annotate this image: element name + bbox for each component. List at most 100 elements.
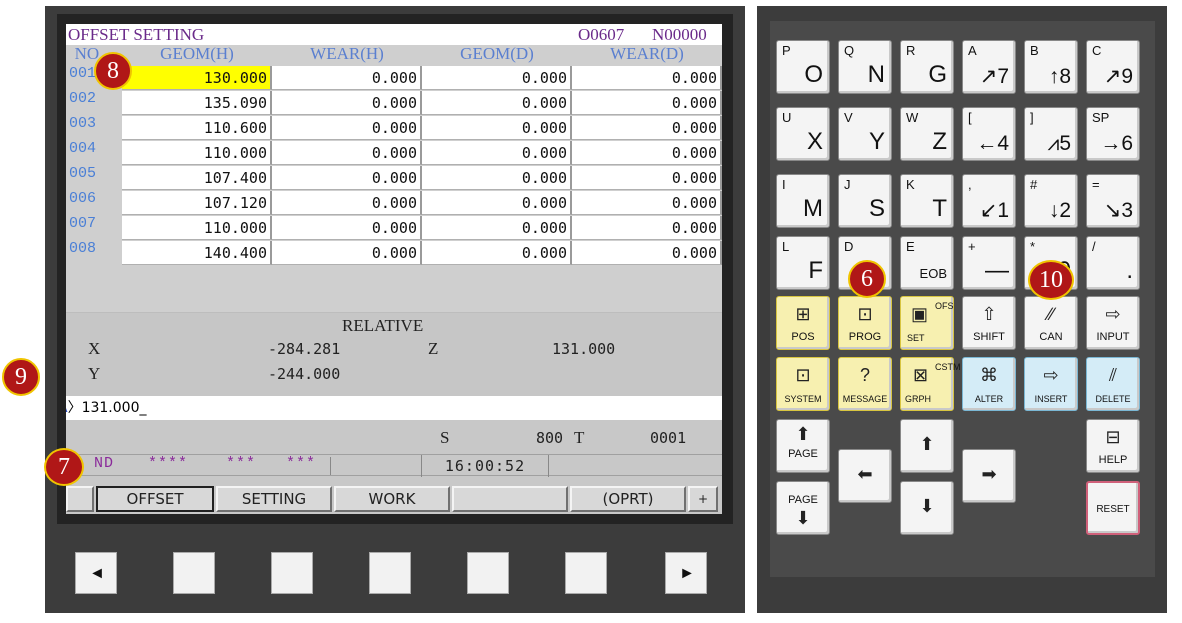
softkey-hw-3[interactable] — [369, 552, 411, 594]
key-o[interactable]: PO — [776, 40, 830, 94]
offset-cell[interactable]: 0.000 — [272, 166, 422, 190]
key-input-buffer[interactable]: A〉131.000_ — [66, 396, 722, 420]
reset-key[interactable]: RESET — [1086, 481, 1140, 535]
softkey-blank[interactable] — [452, 486, 568, 512]
key-x[interactable]: UX — [776, 107, 830, 161]
key-1[interactable]: , ↙1 — [962, 174, 1016, 228]
clock-display: 16:00:52 — [421, 455, 549, 477]
offset-cell[interactable]: 0.000 — [572, 216, 722, 240]
page-down-key[interactable]: PAGE ⬇ — [776, 481, 830, 535]
custom-graph-key[interactable]: ⊠ CSTM GRPH — [900, 357, 961, 411]
offset-cell[interactable]: 0.000 — [422, 66, 572, 90]
offset-cell[interactable]: 0.000 — [572, 191, 722, 215]
offset-cell[interactable]: 0.000 — [422, 166, 572, 190]
offset-cell[interactable]: 0.000 — [572, 116, 722, 140]
offset-cell[interactable]: 0.000 — [422, 216, 572, 240]
help-key[interactable]: ⊟ HELP — [1086, 419, 1140, 473]
key-f[interactable]: LF — [776, 236, 830, 290]
cursor-down-key[interactable]: ⬇ — [900, 481, 954, 535]
prog-key[interactable]: ⊡ PROG — [838, 296, 892, 350]
softkey-offset[interactable]: OFFSET — [96, 486, 214, 512]
softkey-next[interactable]: + — [688, 486, 718, 512]
offset-cell[interactable]: 135.090 — [122, 91, 272, 115]
key-eob[interactable]: E EOB — [900, 236, 954, 290]
offset-cell[interactable]: 0.000 — [422, 116, 572, 140]
key-plus[interactable]: + — — [962, 236, 1016, 290]
offset-cell[interactable]: 0.000 — [422, 191, 572, 215]
softkey-hw-4[interactable] — [467, 552, 509, 594]
offset-cell[interactable]: 110.000 — [122, 216, 272, 240]
offset-cell[interactable]: 0.000 — [272, 91, 422, 115]
offset-cell[interactable]: 0.000 — [272, 191, 422, 215]
offset-cell[interactable]: 107.120 — [122, 191, 272, 215]
softkey-setting[interactable]: SETTING — [216, 486, 332, 512]
key-7[interactable]: A ↗7 — [962, 40, 1016, 94]
softkey-hw-right[interactable]: ► — [665, 552, 707, 594]
relative-position-panel: RELATIVE X -284.281 Z 131.000 Y -244.000 — [66, 312, 722, 396]
key-s[interactable]: JS — [838, 174, 892, 228]
page-up-key[interactable]: ⬆ PAGE — [776, 419, 830, 473]
key-m[interactable]: IM — [776, 174, 830, 228]
offset-cell[interactable]: 0.000 — [272, 141, 422, 165]
offset-cell[interactable]: 0.000 — [572, 166, 722, 190]
offset-cell[interactable]: 0.000 — [272, 241, 422, 265]
key-6[interactable]: SP →6 — [1086, 107, 1140, 161]
key-2[interactable]: # ↓2 — [1024, 174, 1078, 228]
delete-key[interactable]: ⫽ DELETE — [1086, 357, 1140, 411]
offset-setting-key[interactable]: ▣ OFS SET — [900, 296, 954, 350]
cursor-left-key[interactable]: ⬅ — [838, 449, 892, 503]
key-3[interactable]: = ↘3 — [1086, 174, 1140, 228]
offset-cell[interactable]: 130.000 — [122, 66, 272, 90]
offset-cell[interactable]: 0.000 — [272, 116, 422, 140]
system-key[interactable]: ⊡ SYSTEM — [776, 357, 830, 411]
offset-cell[interactable]: 107.400 — [122, 166, 272, 190]
offset-cell[interactable]: 140.400 — [122, 241, 272, 265]
key-main-label: ↗7 — [979, 65, 1009, 88]
cursor-right-key[interactable]: ➡ — [962, 449, 1016, 503]
key-sub-label: + — [968, 239, 976, 254]
softkey-oprt[interactable]: (OPRT) — [570, 486, 686, 512]
softkey-work[interactable]: WORK — [334, 486, 450, 512]
key-dot[interactable]: /. — [1086, 236, 1140, 290]
can-key-label: CAN — [1039, 331, 1063, 343]
softkey-return[interactable] — [66, 486, 94, 512]
message-key-label: MESSAGE — [842, 394, 888, 404]
annotation-badge-7: 7 — [44, 448, 84, 486]
offset-cell[interactable]: 0.000 — [572, 241, 722, 265]
offset-cell[interactable]: 0.000 — [572, 66, 722, 90]
insert-key[interactable]: ⇨ INSERT — [1024, 357, 1078, 411]
offset-cell[interactable]: 0.000 — [272, 216, 422, 240]
key-8[interactable]: B ↑8 — [1024, 40, 1078, 94]
key-y[interactable]: VY — [838, 107, 892, 161]
key-sub-label: K — [906, 177, 915, 192]
softkey-hw-1[interactable] — [173, 552, 215, 594]
offset-cell[interactable]: 0.000 — [422, 91, 572, 115]
offset-cell[interactable]: 110.000 — [122, 141, 272, 165]
can-key[interactable]: ∕∕ CAN — [1024, 296, 1078, 350]
key-9[interactable]: C ↗9 — [1086, 40, 1140, 94]
cursor-up-key[interactable]: ⬆ — [900, 419, 954, 473]
key-4[interactable]: [←4 — [962, 107, 1016, 161]
offset-cell[interactable]: 0.000 — [422, 241, 572, 265]
offset-cell[interactable]: 0.000 — [272, 66, 422, 90]
softkey-hw-2[interactable] — [271, 552, 313, 594]
delete-key-label: DELETE — [1095, 394, 1131, 404]
message-key[interactable]: ? MESSAGE — [838, 357, 892, 411]
softkey-hw-left[interactable]: ◄ — [75, 552, 117, 594]
offset-cell[interactable]: 0.000 — [572, 91, 722, 115]
softkey-hw-5[interactable] — [565, 552, 607, 594]
key-5[interactable]: ] ⩘5 — [1024, 107, 1078, 161]
key-n[interactable]: QN — [838, 40, 892, 94]
offset-cell[interactable]: 110.600 — [122, 116, 272, 140]
column-header-wear-h: WEAR(H) — [310, 44, 384, 63]
key-t[interactable]: KT — [900, 174, 954, 228]
shift-key[interactable]: ⇧ SHIFT — [962, 296, 1016, 350]
pos-key[interactable]: ⊞ POS — [776, 296, 830, 350]
alter-key[interactable]: ⌘ ALTER — [962, 357, 1016, 411]
key-z[interactable]: WZ — [900, 107, 954, 161]
offset-cell[interactable]: 0.000 — [572, 141, 722, 165]
insert-icon: ⇨ — [1043, 365, 1059, 385]
key-g[interactable]: RG — [900, 40, 954, 94]
offset-cell[interactable]: 0.000 — [422, 141, 572, 165]
input-key[interactable]: ⇨ INPUT — [1086, 296, 1140, 350]
